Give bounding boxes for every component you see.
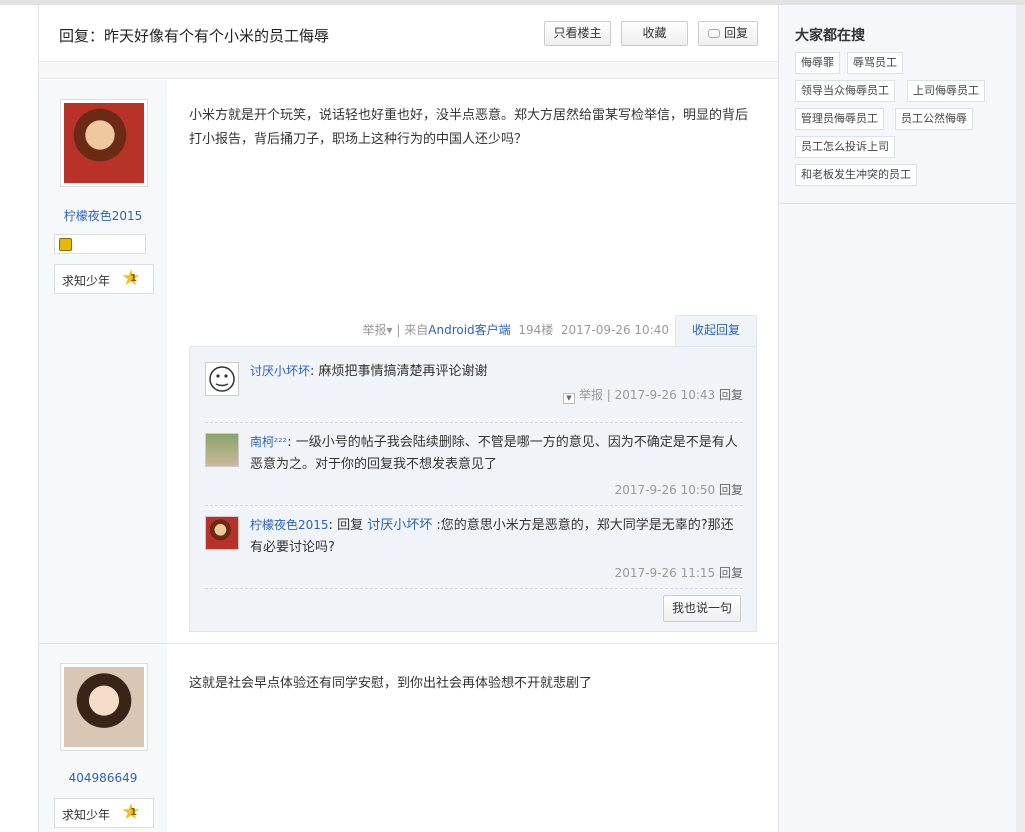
- dropdown-icon[interactable]: ▼: [562, 393, 575, 404]
- level-number: 1: [130, 807, 137, 818]
- only-op-button[interactable]: 只看楼主: [544, 21, 611, 46]
- comment-avatar[interactable]: [205, 362, 239, 396]
- reply-button[interactable]: 回复: [698, 21, 758, 46]
- comment-time: 2017-9-26 11:15: [614, 566, 716, 580]
- page-title: 回复：昨天好像有个有个小米的员工侮辱: [59, 27, 330, 45]
- level-badge[interactable]: 求知少年 ★ 1: [54, 264, 154, 294]
- comment-divider: [205, 588, 743, 589]
- page-scroll-edge: [1016, 5, 1025, 832]
- thread-header: 回复：昨天好像有个有个小米的员工侮辱 只看楼主 收藏 回复: [39, 5, 779, 62]
- report-arrow-icon[interactable]: ▾: [387, 323, 393, 337]
- search-tag[interactable]: 侮辱罪: [795, 52, 840, 74]
- comment-reply-link[interactable]: 回复: [719, 566, 743, 580]
- author-name[interactable]: 404986649: [39, 771, 167, 785]
- comment-meta: 2017-9-26 11:15 回复: [615, 564, 743, 581]
- author-name[interactable]: 柠檬夜色2015: [39, 207, 167, 224]
- comment-item: 南柯ᶻᶻᶻ: 一级小号的帖子我会陆续删除、不管是哪一方的意见、因为不确定是不是有…: [205, 431, 743, 497]
- level-badge[interactable]: 求知少年 ★ 1: [54, 798, 154, 828]
- search-tag[interactable]: 员工公然侮辱: [895, 108, 973, 130]
- post-194: 柠檬夜色2015 求知少年 ★ 1 小米方就是开个玩笑，说话轻也好重也好，没半点…: [39, 80, 779, 643]
- meta-divider: |: [606, 388, 611, 402]
- post-tail: 举报▾ | 来自Android客户端 194楼 2017-09-26 10:40: [363, 321, 670, 338]
- level-number: 1: [130, 273, 137, 284]
- search-tag[interactable]: 和老板发生冲突的员工: [795, 164, 917, 186]
- reply-button-label: 回复: [723, 26, 748, 40]
- avatar[interactable]: [60, 99, 148, 187]
- comment-sep: :: [328, 518, 338, 533]
- client-link[interactable]: Android客户端: [428, 323, 510, 337]
- post-time: 2017-09-26 10:40: [560, 323, 669, 337]
- collapse-replies-button[interactable]: 收起回复: [675, 315, 757, 347]
- comment-report[interactable]: 举报: [579, 388, 603, 402]
- comment-author[interactable]: 南柯ᶻᶻᶻ: [250, 435, 287, 449]
- comment-author[interactable]: 柠檬夜色2015: [250, 518, 329, 532]
- avatar[interactable]: [60, 663, 148, 751]
- comment-meta: ▼ 举报 | 2017-9-26 10:43 回复: [562, 386, 743, 404]
- comment-panel: 讨厌小坏坏: 麻烦把事情搞清楚再评论谢谢 ▼ 举报 | 2017-9-26 10:…: [189, 346, 757, 632]
- search-tag[interactable]: 员工怎么投诉上司: [795, 136, 895, 158]
- reply-target[interactable]: 讨厌小坏坏: [367, 518, 432, 533]
- reply-word: 回复: [337, 518, 368, 533]
- post-195: 404986649 求知少年 ★ 1 这就是社会早点体验还有同学安慰，到你出社会…: [39, 644, 779, 832]
- comment-avatar[interactable]: [205, 516, 239, 550]
- comment-divider: [205, 422, 743, 423]
- sidebar: 大家都在搜 侮辱罪 辱骂员工 领导当众侮辱员工 上司侮辱员工 管理员侮辱员工 员…: [778, 5, 1017, 832]
- add-comment-button[interactable]: 我也说一句: [663, 595, 741, 622]
- floor-number: 194楼: [518, 323, 554, 337]
- sidebar-divider: [779, 203, 1017, 204]
- comment-sep: :: [287, 435, 296, 450]
- search-tag[interactable]: 领导当众侮辱员工: [795, 80, 895, 102]
- comment-text: 柠檬夜色2015: 回复 讨厌小坏坏 :您的意思小米方是恶意的，郑大同学是无辜的…: [250, 514, 740, 559]
- level-title: 求知少年: [62, 808, 111, 822]
- comment-sep: :: [310, 364, 319, 379]
- favorite-button[interactable]: 收藏: [621, 21, 688, 46]
- comment-body: 一级小号的帖子我会陆续删除、不管是哪一方的意见、因为不确定是不是有人恶意为之。对…: [250, 435, 738, 472]
- level-title: 求知少年: [62, 274, 111, 288]
- report-link[interactable]: 举报: [363, 323, 387, 337]
- badge-icon: [59, 238, 72, 251]
- comment-time: 2017-9-26 10:50: [614, 483, 716, 497]
- comment-text: 讨厌小坏坏: 麻烦把事情搞清楚再评论谢谢: [250, 360, 740, 383]
- badge-box: [54, 234, 146, 254]
- avatar-image: [64, 667, 144, 747]
- comment-author[interactable]: 讨厌小坏坏: [250, 364, 310, 378]
- search-tag[interactable]: 辱骂员工: [847, 52, 903, 74]
- comment-item: 讨厌小坏坏: 麻烦把事情搞清楚再评论谢谢 ▼ 举报 | 2017-9-26 10:…: [205, 362, 743, 412]
- hot-search-title: 大家都在搜: [795, 28, 865, 44]
- previous-post-tail: [39, 63, 779, 79]
- from-prefix: 来自: [404, 323, 429, 337]
- post-content: 这就是社会早点体验还有同学安慰，到你出社会再体验想不开就悲剧了: [189, 676, 593, 691]
- comment-item: 柠檬夜色2015: 回复 讨厌小坏坏 :您的意思小米方是恶意的，郑大同学是无辜的…: [205, 514, 743, 580]
- comment-icon: [707, 29, 720, 38]
- search-tag[interactable]: 管理员侮辱员工: [795, 108, 884, 130]
- comment-time: 2017-9-26 10:43: [614, 388, 716, 402]
- comment-reply-link[interactable]: 回复: [719, 388, 743, 402]
- comment-reply-link[interactable]: 回复: [719, 483, 743, 497]
- avatar-image: [64, 103, 144, 183]
- search-tag[interactable]: 上司侮辱员工: [907, 80, 985, 102]
- meme-face-icon: [209, 366, 235, 392]
- comment-body: 麻烦把事情搞清楚再评论谢谢: [318, 364, 488, 379]
- tail-divider: |: [396, 323, 401, 337]
- comment-avatar[interactable]: [205, 433, 239, 467]
- comment-meta: 2017-9-26 10:50 回复: [615, 481, 743, 498]
- comment-divider: [205, 505, 743, 506]
- thread-main: 回复：昨天好像有个有个小米的员工侮辱 只看楼主 收藏 回复 柠檬夜色2015 求…: [38, 5, 779, 832]
- post-content: 小米方就是开个玩笑，说话轻也好重也好，没半点恶意。郑大方居然给雷某写检举信，明显…: [189, 108, 749, 147]
- comment-text: 南柯ᶻᶻᶻ: 一级小号的帖子我会陆续删除、不管是哪一方的意见、因为不确定是不是有…: [250, 431, 740, 476]
